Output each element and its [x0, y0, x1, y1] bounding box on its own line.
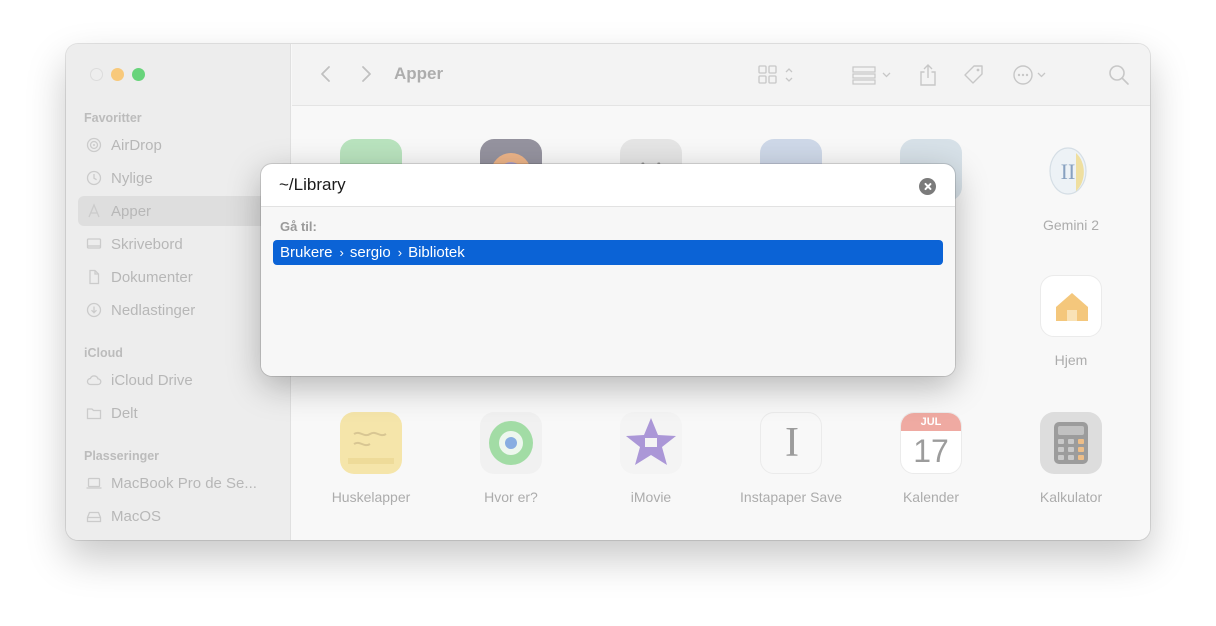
suggestion-row-selected[interactable]: Brukere › sergio › Bibliotek: [273, 240, 943, 265]
path-separator: ›: [339, 245, 344, 260]
clear-input-icon[interactable]: [919, 178, 936, 195]
path-separator: ›: [397, 245, 403, 260]
path-segment: sergio: [349, 244, 391, 261]
suggestion-heading: Gå til:: [280, 219, 317, 234]
path-segment: Bibliotek: [408, 244, 465, 261]
suggestion-list: Gå til: Brukere › sergio › Bibliotek: [261, 207, 955, 376]
path-segment: Brukere: [280, 244, 333, 261]
go-to-path-input[interactable]: ~/Library: [279, 175, 346, 195]
go-to-folder-dialog: ~/Library Gå til: Brukere › sergio › Bib…: [261, 164, 955, 376]
